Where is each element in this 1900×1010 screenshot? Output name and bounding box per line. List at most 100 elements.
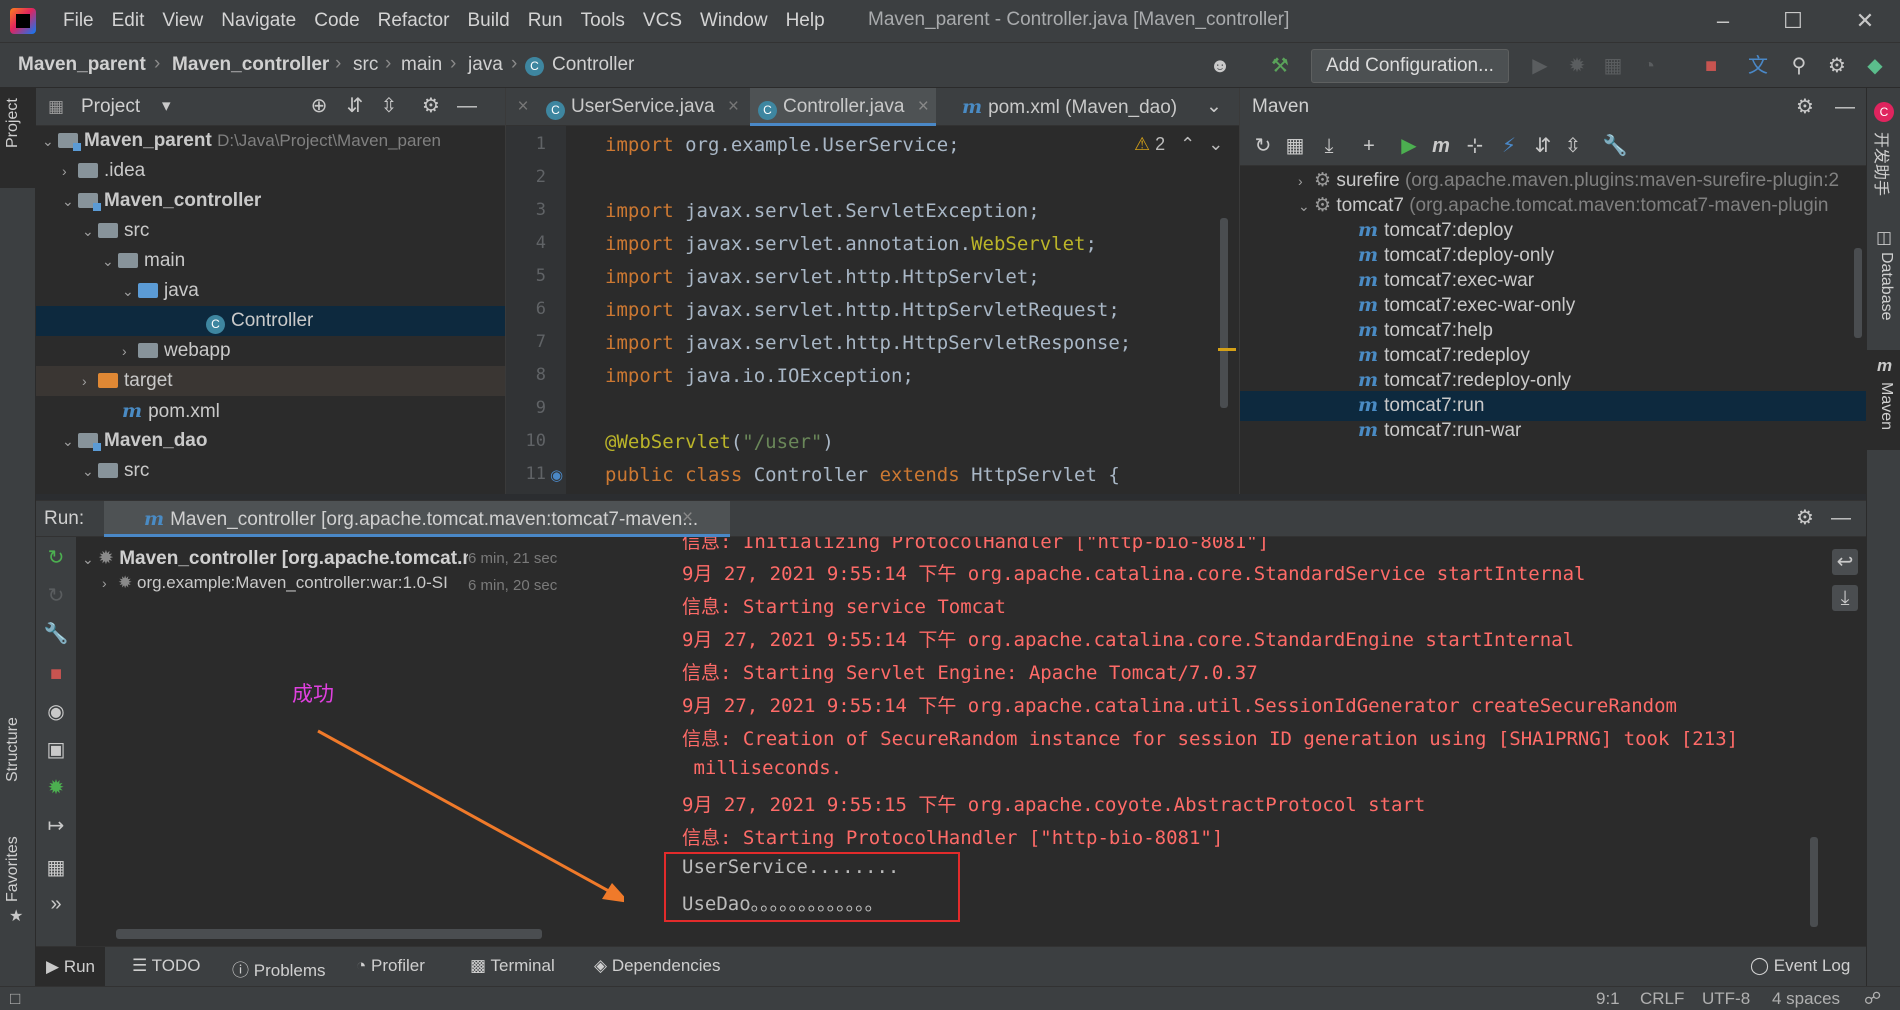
profile-icon[interactable]: ◔ bbox=[1636, 53, 1662, 79]
file-encoding[interactable]: UTF-8 bbox=[1702, 989, 1750, 1009]
tree-node-webapp[interactable]: › webapp bbox=[36, 336, 505, 366]
code-line[interactable]: import java.io.IOException; bbox=[605, 365, 914, 387]
collapse-all-icon[interactable]: ⇳ bbox=[1560, 133, 1586, 159]
build-hammer-icon[interactable]: ⚒ bbox=[1267, 53, 1293, 79]
run-icon[interactable]: ▶ bbox=[1396, 133, 1422, 159]
menu-code[interactable]: Code bbox=[305, 10, 368, 32]
menu-edit[interactable]: Edit bbox=[103, 10, 154, 32]
chevron-down-icon[interactable]: ▾ bbox=[162, 96, 171, 116]
expand-all-icon[interactable]: ⇵ bbox=[342, 93, 368, 119]
intellij-logo-icon[interactable] bbox=[10, 8, 36, 34]
search-icon[interactable]: ⚲ bbox=[1786, 53, 1812, 79]
layout-icon[interactable]: ▦ bbox=[43, 855, 69, 881]
menu-view[interactable]: View bbox=[153, 10, 212, 32]
toggle-tool-windows-icon[interactable]: □ bbox=[10, 989, 20, 1009]
run-tree-root[interactable]: ⌄ ✹ Maven_controller [org.apache.tomcat.m… bbox=[82, 547, 490, 570]
code-line[interactable]: @WebServlet("/user") bbox=[605, 431, 834, 453]
settings-icon[interactable]: ⚙ bbox=[418, 93, 444, 119]
rerun-icon[interactable]: ↻ bbox=[43, 545, 69, 571]
tool-terminal[interactable]: ▩ Terminal bbox=[470, 956, 555, 976]
code-line[interactable]: import javax.servlet.annotation.WebServl… bbox=[605, 233, 1097, 255]
menu-build[interactable]: Build bbox=[458, 10, 518, 32]
code-line[interactable]: import org.example.UserService; bbox=[605, 134, 960, 156]
menu-vcs[interactable]: VCS bbox=[634, 10, 691, 32]
breadcrumb-main[interactable]: main bbox=[401, 54, 442, 76]
close-icon[interactable]: × bbox=[506, 88, 540, 126]
dev-helper-icon[interactable]: C bbox=[1874, 102, 1894, 122]
wrench-icon[interactable]: 🔧 bbox=[43, 621, 69, 647]
menu-navigate[interactable]: Navigate bbox=[212, 10, 305, 32]
tool-todo[interactable]: ☰ TODO bbox=[132, 956, 200, 976]
chevron-down-icon[interactable]: ⌄ bbox=[62, 193, 78, 210]
breadcrumb-controller[interactable]: Controller bbox=[552, 54, 634, 76]
minimize-icon[interactable]: – bbox=[1708, 6, 1738, 36]
settings-icon[interactable]: ⚙ bbox=[1792, 94, 1818, 120]
code-line[interactable]: public class Controller extends HttpServ… bbox=[605, 464, 1120, 486]
tree-node-maven-dao[interactable]: ⌄ Maven_dao bbox=[36, 426, 505, 456]
chevron-down-icon[interactable]: ⌄ bbox=[1206, 88, 1222, 126]
settings-icon[interactable]: ⚙ bbox=[1824, 53, 1850, 79]
chevron-right-icon[interactable]: › bbox=[102, 575, 118, 591]
code-line[interactable]: import javax.servlet.ServletException; bbox=[605, 200, 1040, 222]
tree-node-idea[interactable]: › .idea bbox=[36, 156, 505, 186]
tool-dependencies[interactable]: ◈ Dependencies bbox=[594, 956, 721, 976]
reimport-folder-icon[interactable]: ▦ bbox=[1282, 133, 1308, 159]
code-line[interactable]: import javax.servlet.http.HttpServletRes… bbox=[605, 332, 1131, 354]
tree-node-main[interactable]: ⌄ main bbox=[36, 246, 505, 276]
add-icon[interactable]: + bbox=[1356, 133, 1382, 159]
show-dependencies-icon[interactable]: ⇵ bbox=[1530, 133, 1556, 159]
more-icon[interactable]: » bbox=[43, 891, 69, 917]
indent-setting[interactable]: 4 spaces bbox=[1772, 989, 1840, 1009]
chevron-right-icon[interactable]: › bbox=[62, 163, 78, 179]
tree-node-maven-parent[interactable]: ⌄ Maven_parent D:\Java\Project\Maven_pare… bbox=[36, 126, 505, 156]
tool-problems[interactable]: ⓘ Problems bbox=[232, 956, 326, 981]
download-icon[interactable]: ⤓ bbox=[1316, 133, 1342, 159]
chevron-up-icon[interactable]: ⌃ bbox=[1180, 134, 1195, 154]
menu-refactor[interactable]: Refactor bbox=[369, 10, 459, 32]
tree-node-target[interactable]: › target bbox=[36, 366, 505, 396]
coverage-icon[interactable]: ▦ bbox=[1600, 53, 1626, 79]
rerun-failed-icon[interactable]: ↻ bbox=[43, 583, 69, 609]
debug-icon[interactable]: ✹ bbox=[1564, 53, 1590, 79]
chevron-right-icon[interactable]: › bbox=[82, 373, 98, 389]
run-tree-child[interactable]: › ✹ org.example:Maven_controller:war:1.0-… bbox=[102, 573, 448, 593]
toggle-offline-icon[interactable]: ⊹ bbox=[1462, 133, 1488, 159]
hide-icon[interactable]: — bbox=[1832, 94, 1858, 120]
breadcrumb-project[interactable]: Maven_parent bbox=[18, 54, 146, 76]
plugin-icon[interactable]: ◆ bbox=[1862, 53, 1888, 79]
run-tree-scrollbar[interactable] bbox=[116, 929, 542, 939]
project-stripe-button[interactable]: Project bbox=[0, 88, 36, 188]
menu-file[interactable]: File bbox=[54, 10, 103, 32]
chevron-down-icon[interactable]: ⌄ bbox=[1208, 134, 1223, 154]
structure-stripe-label[interactable]: Structure bbox=[4, 717, 22, 782]
collapse-all-icon[interactable]: ⇳ bbox=[376, 93, 402, 119]
console-scrollbar[interactable] bbox=[1810, 837, 1818, 927]
breadcrumb-module[interactable]: Maven_controller bbox=[172, 54, 329, 76]
line-separator[interactable]: CRLF bbox=[1640, 989, 1684, 1009]
tree-node-dao-src[interactable]: ⌄ src bbox=[36, 456, 505, 486]
settings-icon[interactable]: ⚙ bbox=[1792, 505, 1818, 531]
editor-scrollbar[interactable] bbox=[1220, 218, 1228, 408]
maven-goal-icon[interactable]: m bbox=[1428, 133, 1454, 159]
warning-indicator[interactable]: ⚠ 2 ⌃ ⌄ bbox=[1134, 134, 1223, 155]
code-line[interactable]: import javax.servlet.http.HttpServlet; bbox=[605, 266, 1040, 288]
maven-stripe-button[interactable]: m Maven bbox=[1867, 350, 1900, 450]
tree-node-controller[interactable]: C Controller bbox=[36, 306, 505, 336]
tree-node-pom[interactable]: m pom.xml bbox=[36, 396, 505, 426]
breadcrumb-java[interactable]: java bbox=[468, 54, 503, 76]
chevron-down-icon[interactable]: ⌄ bbox=[82, 551, 98, 568]
chevron-down-icon[interactable]: ⌄ bbox=[62, 433, 78, 450]
console-output[interactable]: 信息: Initializing ProtocolHandler ["http-… bbox=[624, 537, 1842, 946]
chevron-down-icon[interactable]: ⌄ bbox=[122, 283, 138, 300]
tree-node-src[interactable]: ⌄ src bbox=[36, 216, 505, 246]
skip-tests-icon[interactable]: ⚡ bbox=[1496, 133, 1522, 159]
menu-tools[interactable]: Tools bbox=[572, 10, 634, 32]
maven-scrollbar[interactable] bbox=[1854, 248, 1862, 338]
hide-icon[interactable]: — bbox=[454, 93, 480, 119]
chevron-right-icon[interactable]: › bbox=[1298, 173, 1314, 189]
camera-icon[interactable]: ▣ bbox=[43, 737, 69, 763]
wrench-icon[interactable]: 🔧 bbox=[1602, 133, 1628, 159]
tool-run[interactable]: ▶ Run bbox=[36, 947, 105, 987]
caret-position[interactable]: 9:1 bbox=[1596, 989, 1620, 1009]
scroll-to-end-icon[interactable]: ⤓ bbox=[1832, 585, 1858, 611]
